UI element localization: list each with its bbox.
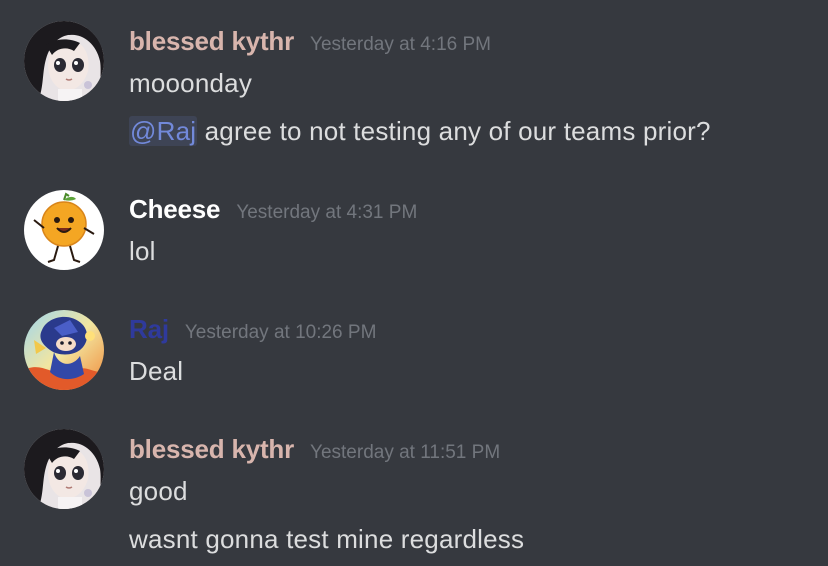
anime-girl-avatar-icon [24,429,104,509]
timestamp: Yesterday at 4:31 PM [236,202,418,223]
timestamp: Yesterday at 4:16 PM [310,34,491,55]
user-mention[interactable]: @Raj [129,116,198,146]
message-text: mooonday [129,68,253,98]
colorful-character-avatar-icon [24,310,104,390]
avatar[interactable] [24,429,104,509]
username[interactable]: blessed kythr [129,26,294,57]
timestamp: Yesterday at 10:26 PM [184,322,377,343]
message-text: lol [129,236,156,266]
orange-character-avatar-icon [24,190,104,270]
anime-girl-avatar-icon [24,21,104,101]
message-text-content: agree to not testing any of our teams pr… [197,116,711,146]
username[interactable]: blessed kythr [129,434,294,465]
timestamp: Yesterday at 11:51 PM [310,442,501,463]
username[interactable]: Raj [129,314,169,345]
avatar[interactable] [24,190,104,270]
chat-messages: blessed kythr Yesterday at 4:16 PM mooon… [0,0,828,566]
message-text: wasnt gonna test mine regardless [129,524,525,554]
username[interactable]: Cheese [129,194,221,225]
avatar[interactable] [24,310,104,390]
message-text: @Raj agree to not testing any of our tea… [129,116,711,147]
message-text: good [129,476,188,506]
message-text: Deal [129,356,184,386]
avatar[interactable] [24,21,104,101]
